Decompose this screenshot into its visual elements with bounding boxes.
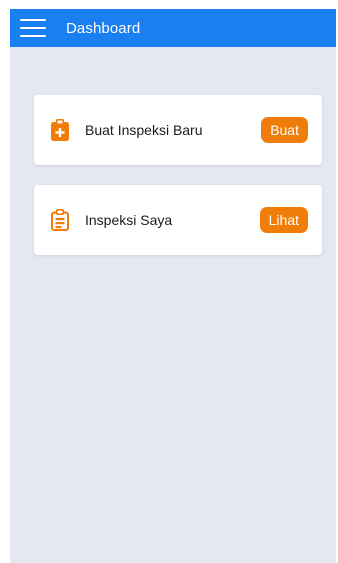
card-label-my-inspections: Inspeksi Saya <box>85 212 173 228</box>
app-screen: Dashboard Buat Inspeksi Baru Buat Inspek… <box>10 9 336 563</box>
top-app-bar: Dashboard <box>10 9 336 47</box>
view-button[interactable]: Lihat <box>259 207 308 233</box>
page-title: Dashboard <box>66 19 141 37</box>
clipboard-plus-icon <box>49 119 71 141</box>
create-inspection-card: Buat Inspeksi Baru Buat <box>34 95 322 165</box>
my-inspections-card: Inspeksi Saya Lihat <box>34 185 322 255</box>
clipboard-list-icon <box>49 209 71 231</box>
card-label-create-inspection: Buat Inspeksi Baru <box>85 122 203 138</box>
create-button[interactable]: Buat <box>261 117 308 143</box>
hamburger-menu-icon[interactable] <box>20 19 46 37</box>
